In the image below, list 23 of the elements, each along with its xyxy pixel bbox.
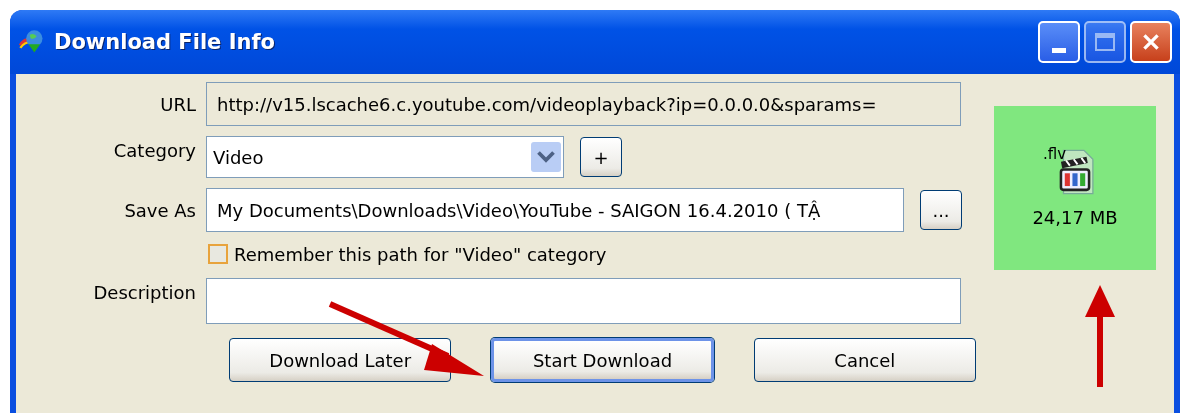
window-title: Download File Info <box>54 30 275 54</box>
file-size: 24,17 MB <box>1032 206 1118 228</box>
close-button[interactable] <box>1130 21 1172 63</box>
maximize-button[interactable] <box>1084 21 1126 63</box>
chevron-down-icon <box>531 141 561 173</box>
save-as-field[interactable]: My Documents\Downloads\Video\YouTube - SAIGON 16.4.2010 ( TẬ <box>206 188 904 232</box>
category-dropdown[interactable]: Video <box>206 136 564 178</box>
url-field[interactable]: http://v15.lscache6.c.youtube.com/videoplayback?ip=0.0.0.0&sparams= <box>206 82 961 126</box>
remember-checkbox[interactable] <box>208 244 228 264</box>
dialog-button[interactable]: Start Download <box>491 338 714 382</box>
dialog-button[interactable]: Cancel <box>753 338 976 382</box>
browse-button[interactable]: ... <box>920 190 962 230</box>
description-field[interactable] <box>206 278 961 324</box>
remember-label: Remember this path for "Video" category <box>234 243 607 265</box>
category-label: Category <box>112 140 196 161</box>
close-icon <box>1140 31 1162 53</box>
add-category-button[interactable]: + <box>580 137 622 177</box>
save-as-label: Save As <box>123 199 196 221</box>
dialog-button[interactable]: Download Later <box>229 338 452 382</box>
description-label: Description <box>92 282 196 303</box>
minimize-button[interactable] <box>1038 21 1080 63</box>
file-extension: .flv <box>1043 144 1067 163</box>
url-label: URL <box>159 93 196 115</box>
